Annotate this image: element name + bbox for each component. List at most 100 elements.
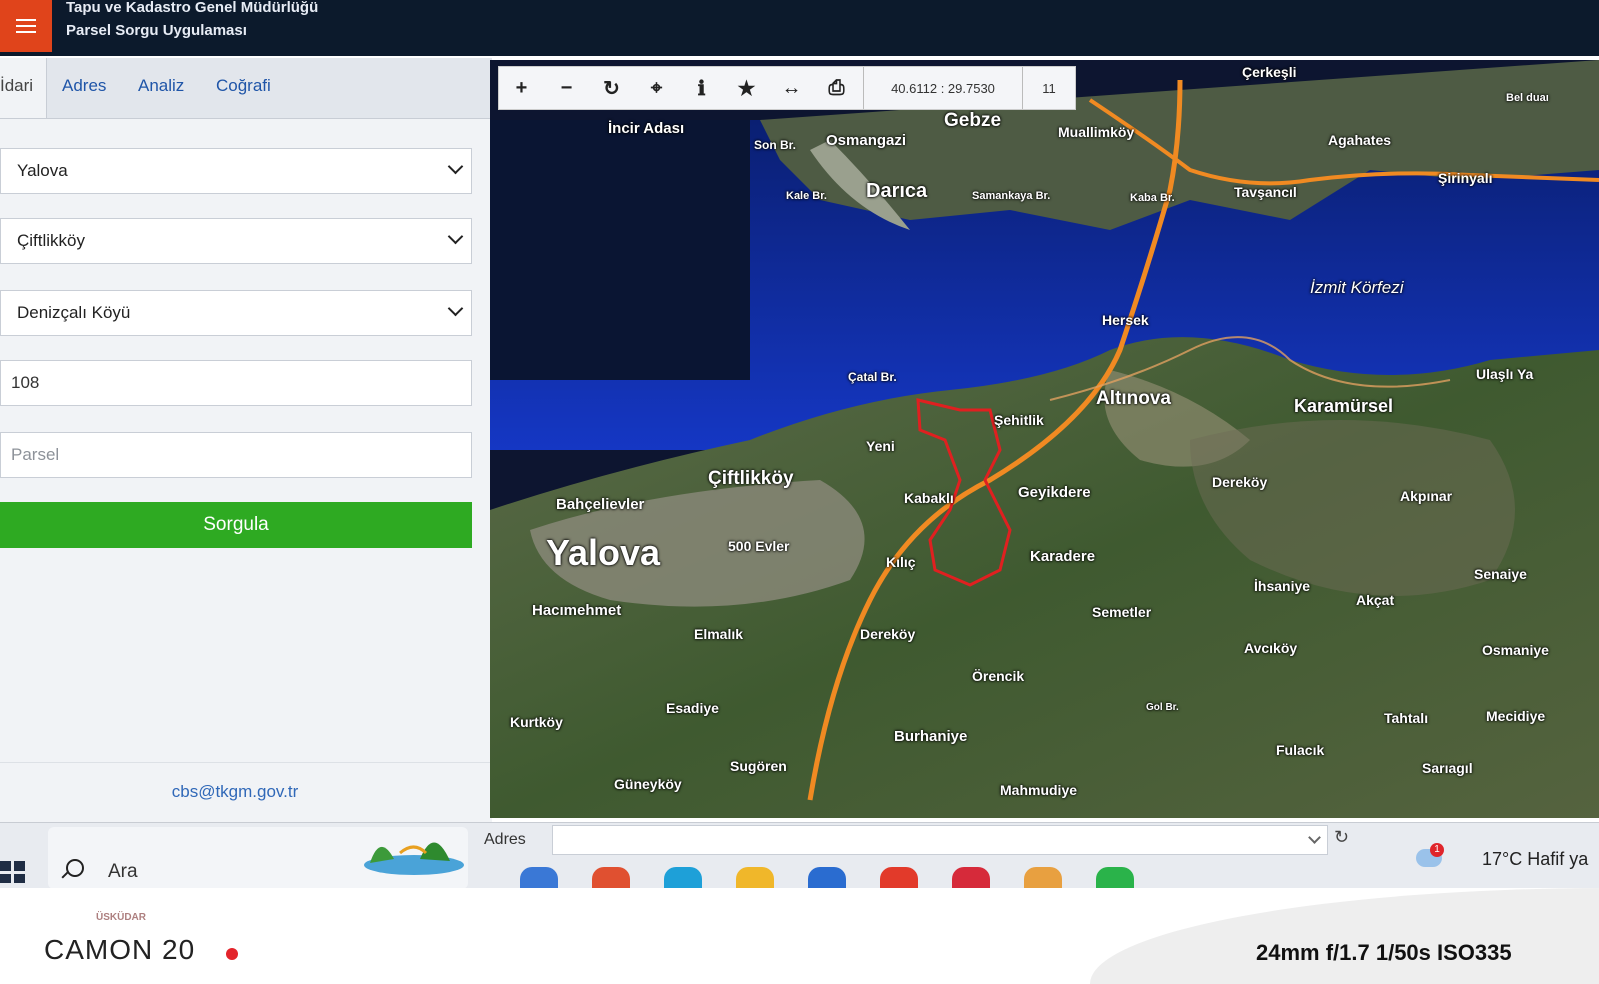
divider — [0, 762, 492, 763]
zoom-level: 11 — [1042, 80, 1056, 96]
map-label: Gebze — [944, 110, 1002, 131]
map-label: Senaiye — [1474, 566, 1527, 582]
notification-badge: 1 — [1430, 843, 1444, 857]
map-label: Avcıköy — [1244, 640, 1298, 656]
camera-brand: CAMON 20 — [44, 934, 196, 965]
map-label: Yeni — [866, 438, 895, 454]
map-label: Kaba Br. — [1130, 192, 1175, 204]
search-icon — [66, 859, 84, 877]
map-label: Esadiye — [666, 700, 719, 716]
measure-icon[interactable]: ↔ — [769, 66, 814, 110]
map-label: Sugören — [730, 758, 787, 774]
map-label: Tahtalı — [1384, 710, 1429, 726]
map-label: Bel duaı — [1506, 92, 1549, 104]
map-label: Mahmudiye — [1000, 782, 1078, 798]
coordinate-readout: 40.6112 : 29.7530 — [863, 67, 1023, 109]
map-label: Hacımehmet — [532, 602, 622, 619]
map-label: Çerkeşli — [1242, 64, 1297, 80]
neighborhood-select[interactable]: Denizçalı Köyü — [0, 290, 472, 336]
camera-settings: 24mm f/1.7 1/50s ISO335 — [1256, 940, 1512, 965]
info-icon[interactable]: ℹ — [679, 66, 724, 110]
address-label: Adres — [484, 831, 526, 848]
tab-adres[interactable]: Adres — [62, 76, 106, 96]
map-label: Mecidiye — [1486, 708, 1546, 724]
chevron-down-icon — [447, 228, 464, 245]
map-label: Osmangazi — [826, 132, 907, 149]
map-label: Altınova — [1096, 388, 1171, 409]
map-label: Geyikdere — [1018, 484, 1091, 501]
map-label: Samankaya Br. — [972, 190, 1051, 202]
map-label: Bahçelievler — [556, 496, 645, 513]
tab-idari[interactable]: İdari — [0, 58, 47, 118]
satellite-map — [490, 60, 1599, 818]
map-label: Örencik — [972, 668, 1025, 684]
refresh-icon[interactable]: ↻ — [1334, 827, 1349, 848]
map-label: Güneyköy — [614, 776, 682, 792]
map-label: Çiftlikköy — [708, 468, 794, 489]
tab-cografi[interactable]: Coğrafi — [216, 76, 271, 96]
map-label: Çatal Br. — [848, 370, 897, 384]
chevron-down-icon — [1308, 831, 1321, 844]
map-label: Hersek — [1102, 312, 1149, 328]
contact-email-link[interactable]: cbs@tkgm.gov.tr — [0, 782, 470, 802]
print-icon[interactable]: ⎙ — [814, 66, 859, 110]
parcel-placeholder: Parsel — [11, 445, 60, 464]
map-label: Muallimköy — [1058, 124, 1135, 140]
map-label: Gol Br. — [1146, 702, 1179, 713]
map-label: Karamürsel — [1294, 396, 1394, 416]
map-label: İzmit Körfezi — [1310, 278, 1404, 297]
map-label: İncir Adası — [608, 120, 685, 137]
map-label: Şirinyalı — [1438, 170, 1493, 186]
map-label: Şehitlik — [994, 412, 1044, 428]
map-label: Tavşancıl — [1234, 184, 1297, 200]
province-select[interactable]: Yalova — [0, 148, 472, 194]
chevron-down-icon — [447, 300, 464, 317]
map-label: Semetler — [1092, 604, 1152, 620]
block-value: 108 — [11, 373, 40, 392]
address-bar[interactable] — [552, 825, 1328, 855]
refresh-icon[interactable]: ↻ — [589, 66, 634, 110]
map-label: Dereköy — [860, 626, 916, 642]
map-label: Burhaniye — [894, 728, 968, 745]
map-label: Darıca — [866, 180, 928, 202]
map-label: Kurtköy — [510, 714, 563, 730]
search-highlight-illustration — [364, 842, 464, 875]
map-toolbar: + − ↻ ⌖ ℹ ★ ↔ ⎙ 40.6112 : 29.7530 11 — [498, 66, 1076, 110]
parcel-input[interactable]: Parsel — [0, 432, 472, 478]
brand-dot — [226, 948, 238, 960]
map-label: Ulaşlı Ya — [1476, 366, 1534, 382]
district-value: Çiftlikköy — [17, 231, 86, 250]
map-label: Sarıagıl — [1422, 760, 1473, 776]
star-icon[interactable]: ★ — [724, 66, 769, 110]
district-select[interactable]: Çiftlikköy — [0, 218, 472, 264]
map-label: İhsaniye — [1254, 578, 1311, 594]
app-header: Tapu ve Kadastro Genel Müdürlüğü Parsel … — [0, 0, 1599, 56]
map-label: Karadere — [1030, 548, 1096, 565]
query-button[interactable]: Sorgula — [0, 502, 472, 548]
map-label: Kale Br. — [786, 190, 827, 202]
app-title-line1: Tapu ve Kadastro Genel Müdürlüğü — [66, 0, 319, 16]
app-title: Tapu ve Kadastro Genel Müdürlüğü Parsel … — [66, 0, 318, 42]
tab-analiz[interactable]: Analiz — [138, 76, 184, 96]
neighborhood-value: Denizçalı Köyü — [17, 303, 131, 322]
locate-icon[interactable]: ⌖ — [634, 66, 679, 110]
menu-icon[interactable] — [0, 0, 52, 52]
weather-text: 17°C Hafif ya — [1482, 849, 1589, 869]
query-panel: İdari Adres Analiz Coğrafi Yalova Çiftli… — [0, 58, 492, 838]
windows-start-icon[interactable] — [0, 861, 26, 883]
map-label: Agahates — [1328, 132, 1392, 148]
zoom-out-icon[interactable]: − — [544, 66, 589, 110]
app-title-line2: Parsel Sorgu Uygulaması — [66, 22, 247, 39]
map-view[interactable]: Çerkeşli Bel duaı İncir Adası Gebze Mual… — [490, 60, 1599, 818]
map-label: Osmaniye — [1482, 642, 1549, 658]
map-label: Dereköy — [1212, 474, 1268, 490]
map-label: Kabaklı — [904, 490, 954, 506]
map-label: 500 Evler — [728, 538, 790, 554]
map-label: Fulacık — [1276, 742, 1325, 758]
block-input[interactable]: 108 — [0, 360, 472, 406]
map-label: Son Br. — [754, 138, 797, 152]
zoom-in-icon[interactable]: + — [499, 66, 544, 110]
map-label: Kılıç — [886, 554, 916, 570]
search-label: Ara — [108, 861, 138, 882]
os-taskbar: Ara Adres ↻ 1 17°C Hafif ya — [0, 822, 1599, 891]
